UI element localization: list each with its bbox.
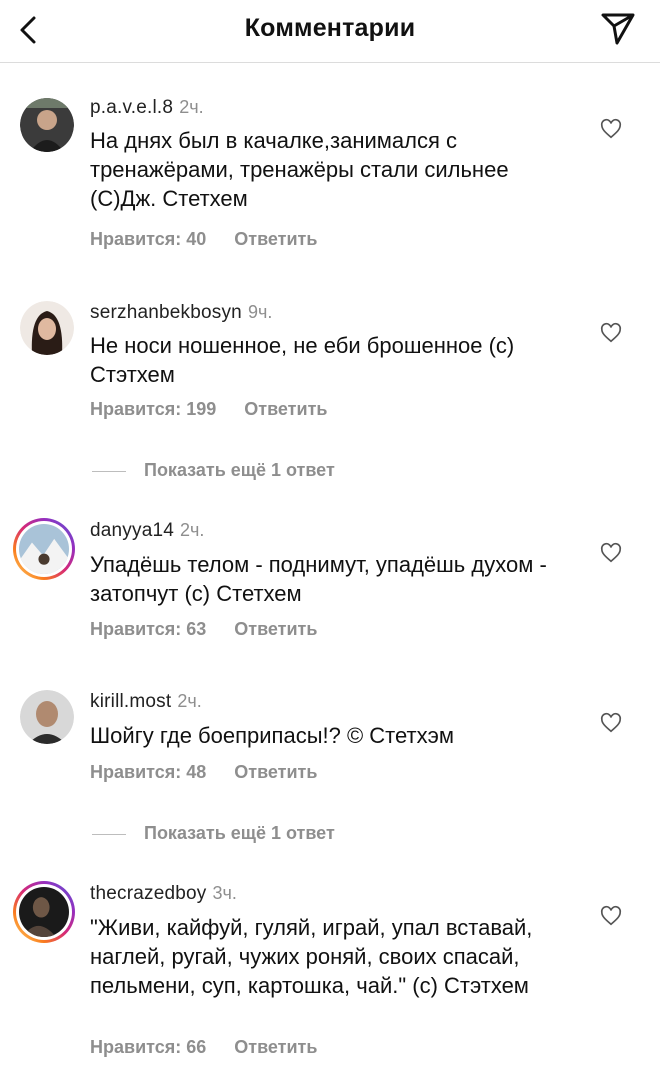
comment-text: "Живи, кайфуй, гуляй, играй, упал встава…: [90, 915, 533, 998]
reply-button[interactable]: Ответить: [234, 1037, 317, 1057]
comment-time: 3ч.: [212, 883, 237, 903]
heart-icon[interactable]: [600, 712, 622, 734]
comment-meta: Нравится: 40 Ответить: [90, 229, 317, 250]
username[interactable]: kirill.most: [90, 691, 171, 712]
avatar[interactable]: [13, 518, 75, 580]
heart-icon[interactable]: [600, 118, 622, 140]
likes-count: Нравится: 199: [90, 399, 217, 419]
reply-button[interactable]: Ответить: [234, 762, 317, 782]
username[interactable]: thecrazedboy: [90, 883, 206, 904]
divider: [92, 833, 126, 835]
comment-text: На днях был в качалке,занимался с тренаж…: [90, 128, 509, 211]
show-more-label: Показать ещё 1 ответ: [144, 460, 335, 480]
reply-button[interactable]: Ответить: [244, 399, 327, 419]
likes-count: Нравится: 66: [90, 1037, 207, 1057]
comment-text: Не носи ношенное, не еби брошенное (с) С…: [90, 333, 515, 387]
send-icon[interactable]: [598, 8, 638, 48]
likes-count: Нравится: 40: [90, 229, 207, 249]
heart-icon[interactable]: [600, 322, 622, 344]
divider: [92, 470, 126, 472]
avatar[interactable]: [20, 690, 74, 744]
avatar[interactable]: [20, 98, 74, 152]
comment-time: 9ч.: [247, 302, 273, 322]
comment-meta: Нравится: 66 Ответить: [90, 1037, 317, 1058]
username[interactable]: p.a.v.e.l.8: [90, 97, 173, 118]
avatar[interactable]: [13, 881, 75, 943]
show-more-replies[interactable]: Показать ещё 1 ответ: [92, 823, 335, 844]
heart-icon[interactable]: [600, 905, 622, 927]
header: Комментарии: [0, 0, 660, 63]
comment-meta: Нравится: 63 Ответить: [90, 619, 317, 640]
heart-icon[interactable]: [600, 542, 622, 564]
avatar[interactable]: [20, 301, 74, 355]
comment-time: 2ч.: [177, 691, 202, 711]
comment-meta: Нравится: 199 Ответить: [90, 399, 327, 420]
username[interactable]: danyya14: [90, 520, 174, 541]
reply-button[interactable]: Ответить: [234, 229, 317, 249]
page-title: Комментарии: [244, 14, 416, 42]
likes-count: Нравится: 48: [90, 762, 207, 782]
reply-button[interactable]: Ответить: [234, 619, 317, 639]
comment-text: Упадёшь телом - поднимут, упадёшь духом …: [90, 552, 547, 606]
show-more-label: Показать ещё 1 ответ: [144, 823, 335, 843]
likes-count: Нравится: 63: [90, 619, 207, 639]
comment-time: 2ч.: [179, 97, 204, 117]
comment-time: 2ч.: [180, 520, 205, 540]
show-more-replies[interactable]: Показать ещё 1 ответ: [92, 460, 335, 481]
comment-meta: Нравится: 48 Ответить: [90, 762, 317, 783]
comment-text: Шойгу где боеприпасы!? © Стетхэм: [90, 723, 454, 748]
username[interactable]: serzhanbekbosyn: [90, 302, 242, 323]
